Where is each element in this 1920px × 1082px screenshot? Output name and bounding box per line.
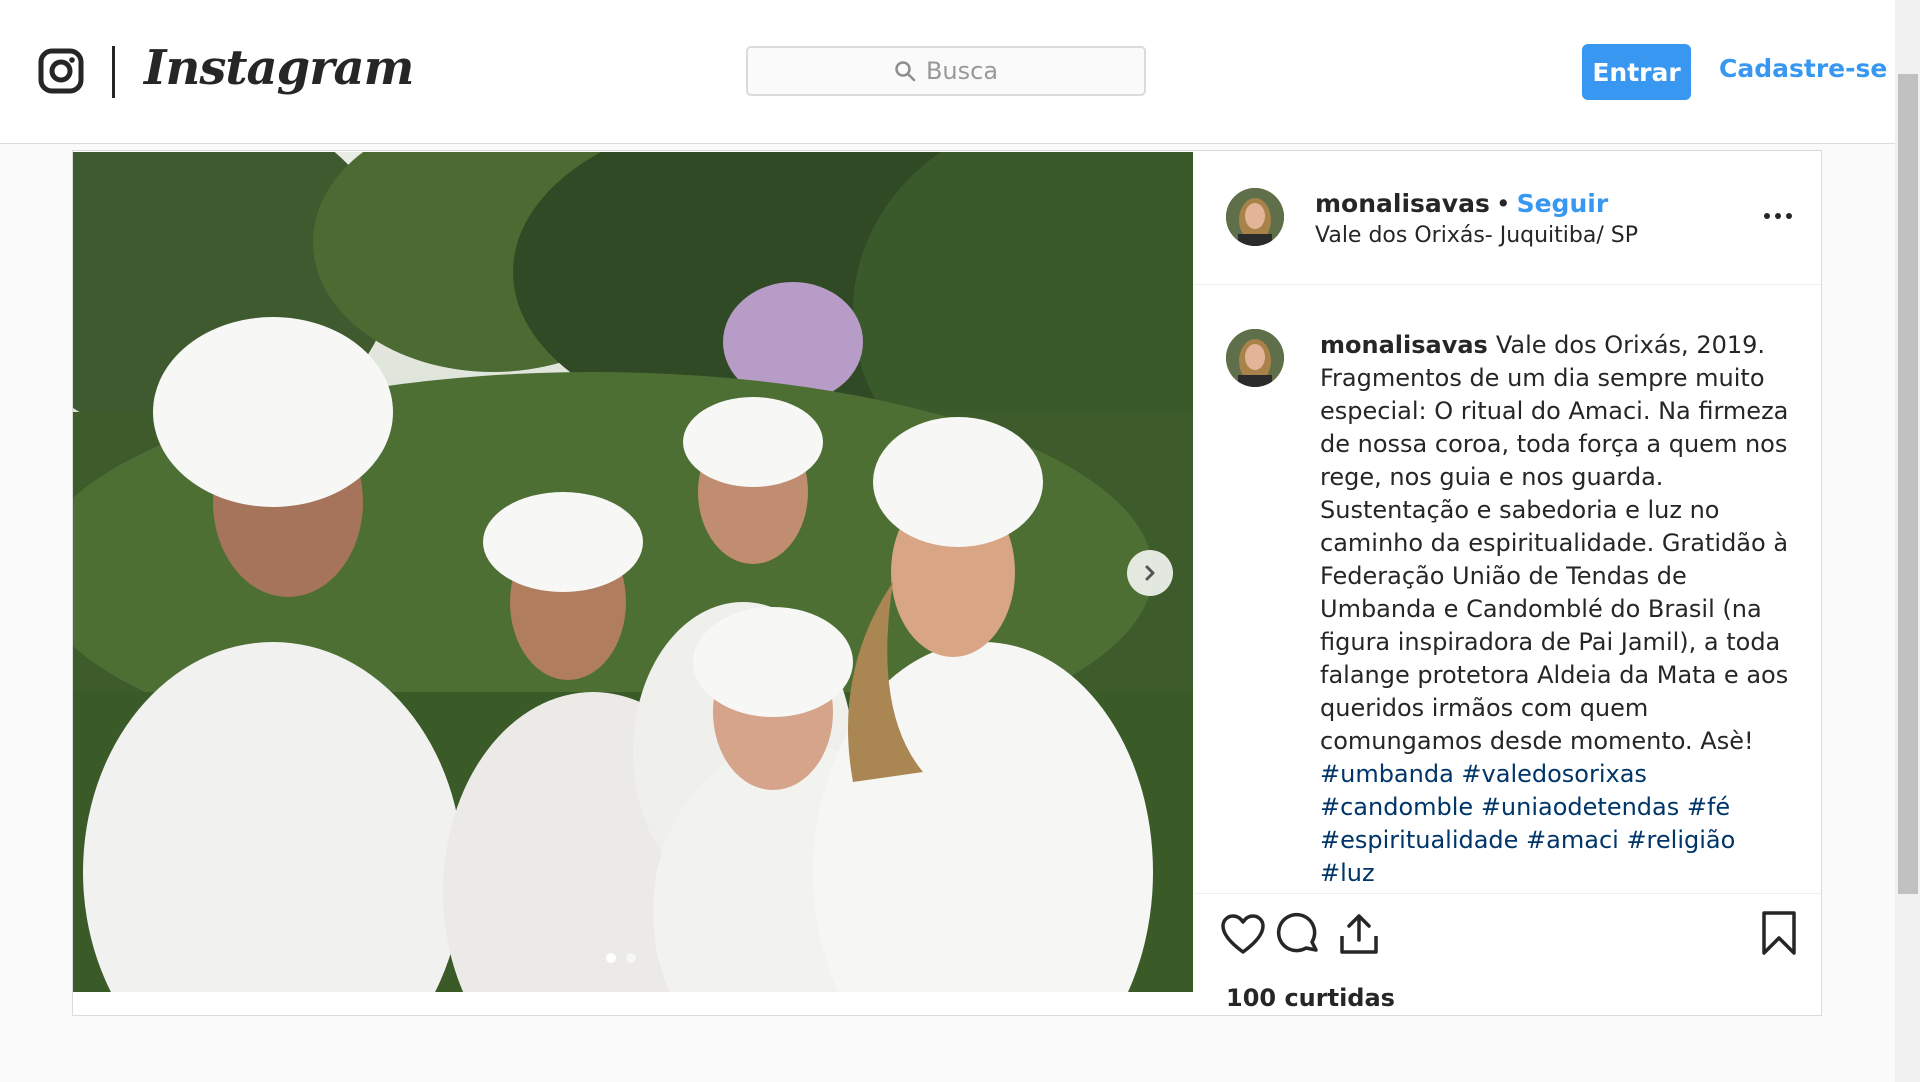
- login-button[interactable]: Entrar: [1582, 44, 1691, 100]
- carousel-dot: [626, 953, 636, 963]
- follow-button[interactable]: Seguir: [1517, 189, 1609, 218]
- top-navigation-bar: Instagram Busca Entrar Cadastre-se: [0, 0, 1895, 144]
- location-link[interactable]: Vale dos Orixás- Juquitiba/ SP: [1315, 223, 1638, 248]
- next-photo-button[interactable]: [1127, 550, 1173, 596]
- post-caption: monalisavas Vale dos Orixás, 2019. Fragme…: [1320, 329, 1790, 890]
- post-actions: 100 curtidas: [1194, 893, 1821, 1016]
- separator-dot: •: [1495, 189, 1511, 218]
- username-link[interactable]: monalisavas: [1315, 189, 1490, 218]
- caption-text: Vale dos Orixás, 2019. Fragmentos de um …: [1320, 331, 1789, 755]
- carousel-dot: [606, 953, 616, 963]
- post-sidebar: monalisavas • Seguir Vale dos Orixás- Juqu…: [1194, 151, 1821, 1015]
- chevron-right-icon: [1145, 565, 1155, 581]
- post-photo[interactable]: [73, 152, 1193, 992]
- search-input[interactable]: Busca: [746, 46, 1146, 96]
- more-options-icon[interactable]: [1764, 213, 1796, 225]
- logo-divider: [112, 46, 115, 98]
- search-placeholder: Busca: [925, 57, 999, 85]
- caption-username-link[interactable]: monalisavas: [1320, 331, 1488, 359]
- bookmark-icon[interactable]: [1756, 910, 1802, 956]
- avatar[interactable]: [1226, 188, 1284, 246]
- carousel-indicators: [606, 953, 636, 963]
- instagram-wordmark[interactable]: Instagram: [144, 40, 414, 96]
- search-icon: [895, 61, 916, 82]
- page-scrollbar-thumb[interactable]: [1898, 74, 1918, 894]
- comment-icon[interactable]: [1276, 912, 1322, 958]
- avatar[interactable]: [1226, 329, 1284, 387]
- instagram-camera-icon[interactable]: [38, 48, 84, 94]
- likes-count[interactable]: 100 curtidas: [1226, 984, 1395, 1012]
- heart-icon[interactable]: [1220, 912, 1266, 958]
- post-author-line: monalisavas • Seguir: [1315, 189, 1608, 218]
- share-icon[interactable]: [1336, 910, 1382, 956]
- comments-area[interactable]: monalisavas Vale dos Orixás, 2019. Fragme…: [1194, 285, 1821, 893]
- post-header: monalisavas • Seguir Vale dos Orixás- Juqu…: [1194, 151, 1821, 285]
- caption-hashtags[interactable]: #umbanda #valedosorixas #candomble #unia…: [1320, 760, 1735, 887]
- signup-link[interactable]: Cadastre-se: [1719, 54, 1887, 83]
